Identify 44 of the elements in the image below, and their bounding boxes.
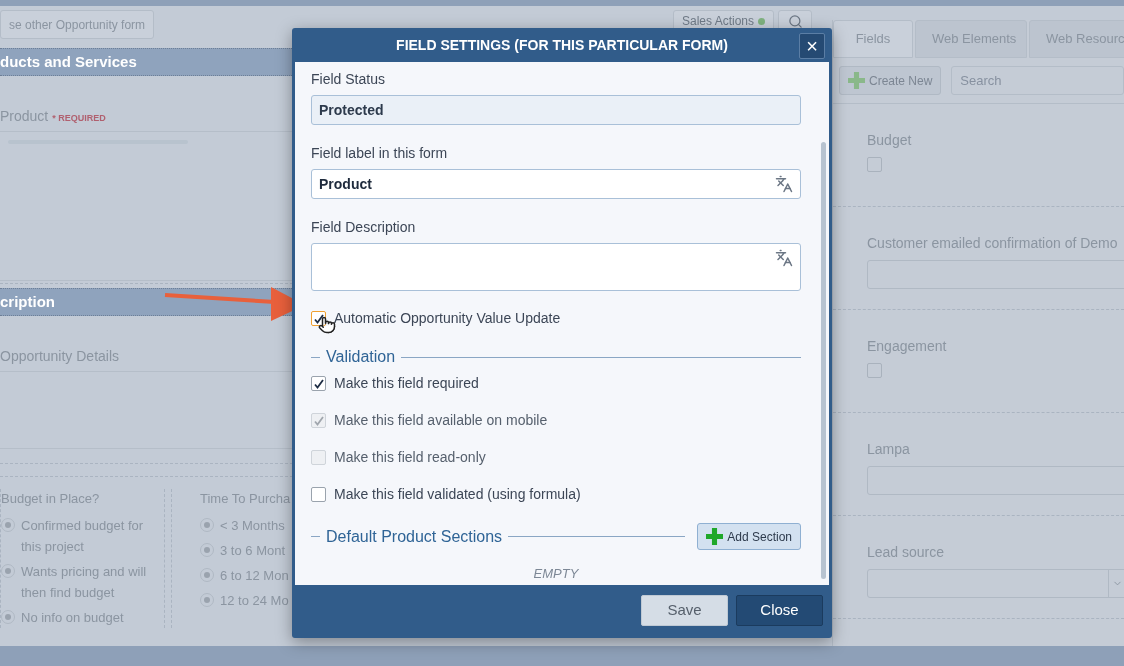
field-label: Lead source xyxy=(867,543,946,562)
group-title: Time To Purcha xyxy=(200,490,291,508)
checkbox[interactable] xyxy=(867,157,882,172)
section-title: Validation xyxy=(326,347,396,367)
radio-label: 12 to 24 Mo xyxy=(220,591,289,610)
field-label: Lampa xyxy=(867,440,911,459)
radio-label: No info on budget xyxy=(21,608,124,627)
translate-icon[interactable] xyxy=(775,175,793,193)
field-label-input[interactable]: Product xyxy=(311,169,801,199)
dialog-button[interactable]: Close xyxy=(736,594,823,626)
checkbox-label: Make this field required xyxy=(334,374,479,393)
section-title: Default Product Sections xyxy=(326,526,503,547)
field-label: Field Description xyxy=(311,218,417,237)
translate-icon[interactable] xyxy=(775,249,793,267)
field-label: Engagement xyxy=(867,337,948,356)
scrollbar-thumb[interactable] xyxy=(821,142,826,579)
plus-icon xyxy=(848,72,865,89)
close-button[interactable]: × xyxy=(799,33,825,59)
field-label: Product xyxy=(0,107,49,126)
radio-label: 3 to 6 Mont xyxy=(220,541,286,560)
search-icon xyxy=(787,13,803,29)
dialog-button[interactable]: Save xyxy=(641,594,728,626)
checkbox[interactable] xyxy=(867,363,882,378)
field-description-input[interactable] xyxy=(311,243,801,291)
field-label: Customer emailed confirmation of Demo xyxy=(867,234,1119,253)
field-status-field[interactable]: Protected xyxy=(311,95,801,125)
checkbox-label: Make this field read-only xyxy=(334,448,486,467)
add-section-button[interactable]: Add Section xyxy=(697,523,801,550)
hand-cursor-icon xyxy=(318,316,336,334)
plus-icon xyxy=(706,528,724,545)
search-field[interactable]: Search xyxy=(951,66,1124,95)
group-title: Budget in Place? xyxy=(1,490,100,508)
checkbox[interactable] xyxy=(311,376,326,391)
radio-label: < 3 Months xyxy=(220,516,285,535)
select-field[interactable] xyxy=(867,569,1124,598)
checkbox-label: Make this field available on mobile xyxy=(334,411,548,430)
field-label: Opportunity Details xyxy=(0,347,120,366)
field-label: Field label in this form xyxy=(311,144,449,163)
checkbox-label: Make this field validated (using formula) xyxy=(334,485,581,504)
radio-label: Confirmed budget for this project xyxy=(21,516,145,556)
field-label: Budget xyxy=(867,131,913,150)
required-label: * REQUIRED xyxy=(52,112,106,125)
checkbox[interactable] xyxy=(311,487,326,502)
empty-label: EMPTY xyxy=(533,565,579,583)
